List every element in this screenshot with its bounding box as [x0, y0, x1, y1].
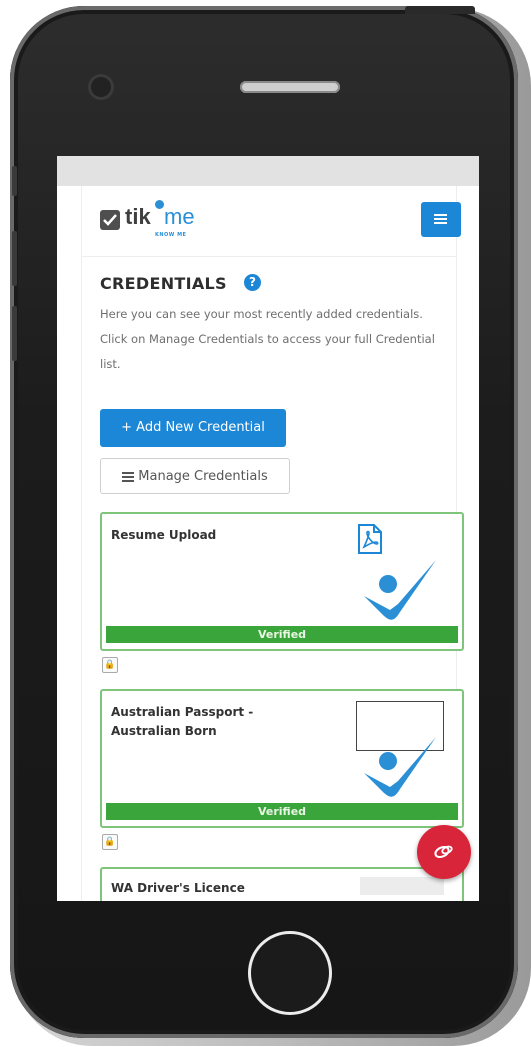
- manage-credentials-button[interactable]: Manage Credentials: [100, 458, 290, 494]
- logo-person-icon: [155, 200, 164, 209]
- list-icon: [122, 471, 135, 482]
- credential-title: Resume Upload: [111, 528, 217, 542]
- chat-icon: [434, 845, 453, 859]
- power-button: [405, 6, 475, 14]
- checkmark-person-icon: [364, 560, 436, 620]
- header-divider: [82, 256, 456, 257]
- volume-down-button: [12, 306, 17, 361]
- earpiece-speaker: [240, 81, 340, 93]
- logo-check-icon: [100, 210, 120, 230]
- front-camera: [88, 74, 114, 100]
- lock-icon[interactable]: 🔒: [102, 834, 118, 850]
- credential-thumbnail: [360, 877, 444, 895]
- volume-up-button: [12, 231, 17, 286]
- manage-credentials-label: Manage Credentials: [138, 469, 268, 484]
- credential-card[interactable]: Resume Upload Verified: [100, 512, 464, 651]
- phone-screen: tik me KNOW ME CREDENTIALS ? Here you ca…: [57, 156, 479, 901]
- menu-button[interactable]: [421, 202, 461, 237]
- status-bar: [57, 156, 479, 186]
- hamburger-icon: [434, 214, 447, 216]
- page-title: CREDENTIALS: [100, 274, 227, 293]
- chat-fab-button[interactable]: [417, 825, 471, 879]
- credential-title: Australian Passport - Australian Born: [111, 705, 254, 738]
- tikme-logo[interactable]: tik me KNOW ME: [100, 200, 220, 244]
- lock-icon[interactable]: 🔒: [102, 657, 118, 673]
- checkmark-person-icon: [364, 737, 436, 797]
- logo-text-tik: tik: [125, 204, 151, 229]
- credential-card[interactable]: WA Driver's Licence: [100, 867, 464, 901]
- verified-status-bar: Verified: [106, 803, 458, 820]
- verified-status-bar: Verified: [106, 626, 458, 643]
- logo-subtitle: KNOW ME: [155, 232, 187, 238]
- mute-switch: [12, 166, 17, 196]
- credential-card[interactable]: Australian Passport - Australian Born Ve…: [100, 689, 464, 828]
- page-intro: Here you can see your most recently adde…: [100, 307, 435, 371]
- app-content: tik me KNOW ME CREDENTIALS ? Here you ca…: [81, 186, 471, 901]
- pdf-icon: [358, 524, 382, 554]
- logo-text-me: me: [164, 204, 195, 229]
- question-circle-icon[interactable]: ?: [244, 274, 261, 291]
- add-new-credential-button[interactable]: + Add New Credential: [100, 409, 286, 447]
- credential-title: WA Driver's Licence: [111, 881, 245, 895]
- home-button[interactable]: [248, 931, 332, 1015]
